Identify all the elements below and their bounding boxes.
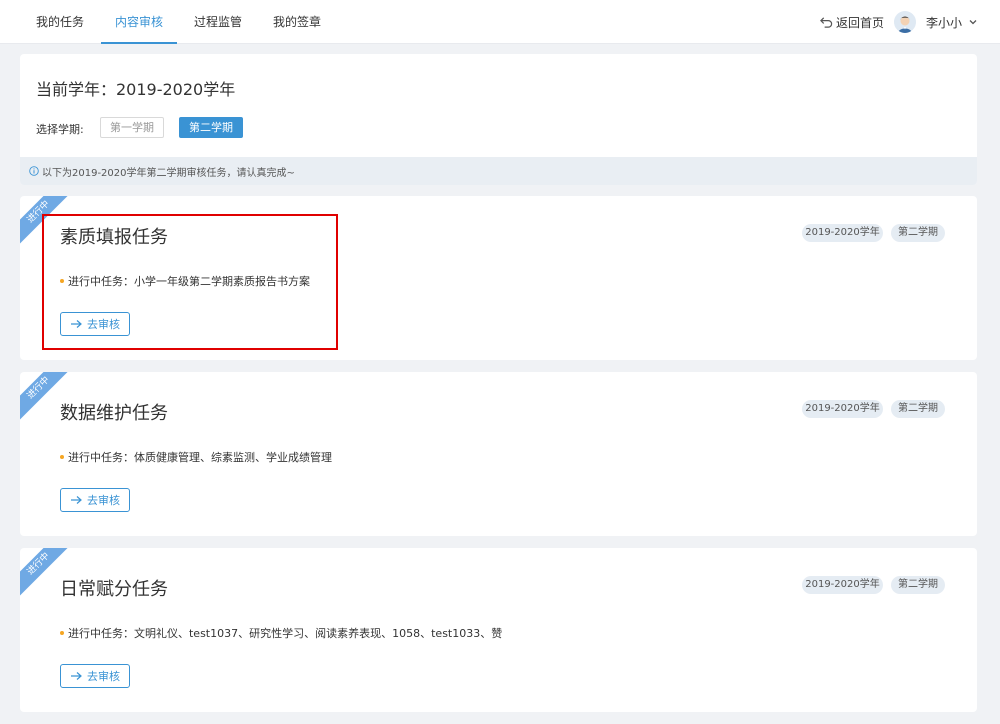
go-review-button[interactable]: 去审核 xyxy=(60,488,130,512)
arrow-right-icon xyxy=(71,672,82,680)
task-progress-line: 进行中任务：体质健康管理、综素监测、学业成绩管理 xyxy=(60,449,332,465)
tab-my-tasks[interactable]: 我的任务 xyxy=(22,0,98,44)
go-review-button[interactable]: 去审核 xyxy=(60,664,130,688)
nav-right: 返回首页 李小小 xyxy=(820,0,978,44)
semester-tag: 第二学期 xyxy=(891,224,945,242)
task-progress-text: 进行中任务：体质健康管理、综素监测、学业成绩管理 xyxy=(68,451,332,464)
avatar[interactable] xyxy=(893,11,916,33)
task-card: 进行中 素质填报任务 进行中任务：小学一年级第二学期素质报告书方案 去审核 20… xyxy=(20,196,977,360)
task-progress-text: 进行中任务：文明礼仪、test1037、研究性学习、阅读素养表现、1058、te… xyxy=(68,627,503,640)
go-review-label: 去审核 xyxy=(87,670,120,683)
page-title: 当前学年：2019-2020学年 xyxy=(36,80,236,99)
semester-second-button[interactable]: 第二学期 xyxy=(179,117,243,138)
task-progress-line: 进行中任务：小学一年级第二学期素质报告书方案 xyxy=(60,273,310,289)
year-tag: 2019-2020学年 xyxy=(802,224,883,242)
tab-content-review[interactable]: 内容审核 xyxy=(101,0,178,44)
year-header-card: 当前学年：2019-2020学年 选择学期: 第一学期 第二学期 以下为2019… xyxy=(20,54,977,185)
go-review-button[interactable]: 去审核 xyxy=(60,312,130,336)
arrow-right-icon xyxy=(71,496,82,504)
user-menu[interactable]: 李小小 xyxy=(926,14,978,31)
top-nav: 我的任务 内容审核 过程监管 我的签章 返回首页 李小小 xyxy=(0,0,1000,44)
nav-tabs: 我的任务 内容审核 过程监管 我的签章 xyxy=(22,0,338,44)
arrow-right-icon xyxy=(71,320,82,328)
go-review-label: 去审核 xyxy=(87,494,120,507)
task-title: 数据维护任务 xyxy=(60,403,168,424)
semester-first-button[interactable]: 第一学期 xyxy=(100,117,164,138)
notice-bar: 以下为2019-2020学年第二学期审核任务，请认真完成~ xyxy=(20,157,977,185)
return-icon xyxy=(820,16,833,28)
go-review-label: 去审核 xyxy=(87,318,120,331)
tab-my-signature[interactable]: 我的签章 xyxy=(259,0,335,44)
task-title: 素质填报任务 xyxy=(60,227,168,248)
user-avatar-icon xyxy=(893,11,916,33)
task-progress-line: 进行中任务：文明礼仪、test1037、研究性学习、阅读素养表现、1058、te… xyxy=(60,625,502,641)
semester-tag: 第二学期 xyxy=(891,576,945,594)
semester-label: 选择学期: xyxy=(36,123,84,136)
user-name: 李小小 xyxy=(925,15,962,30)
year-tag: 2019-2020学年 xyxy=(802,576,883,594)
chevron-down-icon xyxy=(969,20,977,25)
semester-tag: 第二学期 xyxy=(891,400,945,418)
notice-text: 以下为2019-2020学年第二学期审核任务，请认真完成~ xyxy=(42,167,295,179)
tab-process-supervision[interactable]: 过程监管 xyxy=(180,0,256,44)
task-progress-text: 进行中任务：小学一年级第二学期素质报告书方案 xyxy=(68,275,310,288)
status-dot xyxy=(60,631,64,635)
task-card: 进行中 日常赋分任务 进行中任务：文明礼仪、test1037、研究性学习、阅读素… xyxy=(20,548,977,712)
back-home-link[interactable]: 返回首页 xyxy=(820,14,884,31)
task-card: 进行中 数据维护任务 进行中任务：体质健康管理、综素监测、学业成绩管理 去审核 … xyxy=(20,372,977,536)
status-dot xyxy=(60,455,64,459)
status-dot xyxy=(60,279,64,283)
info-icon xyxy=(29,166,39,176)
back-home-label: 返回首页 xyxy=(835,15,884,30)
year-tag: 2019-2020学年 xyxy=(802,400,883,418)
task-title: 日常赋分任务 xyxy=(60,579,168,600)
